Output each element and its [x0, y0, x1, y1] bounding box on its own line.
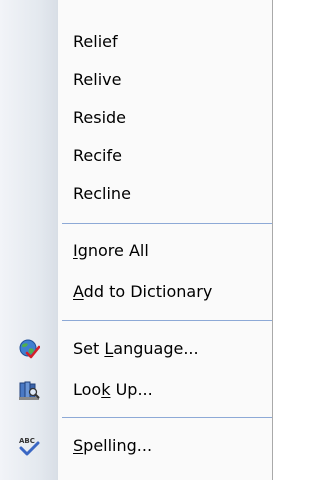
- globe-check-icon: [18, 338, 41, 360]
- add-to-dictionary-item[interactable]: Add to Dictionary: [0, 274, 272, 310]
- suggestion-label: Recife: [73, 146, 122, 165]
- suggestion-item-recife[interactable]: Recife: [0, 138, 272, 174]
- ignore-all-label: Ignore All: [73, 241, 149, 260]
- add-to-dictionary-label: Add to Dictionary: [73, 282, 213, 301]
- suggestion-label: Relief: [73, 32, 118, 51]
- set-language-label: Set Language...: [73, 339, 199, 358]
- menu-separator: [62, 417, 272, 418]
- svg-text:ABC: ABC: [19, 437, 35, 445]
- spelling-label: Spelling...: [73, 436, 153, 455]
- suggestion-item-recline[interactable]: Recline: [0, 176, 272, 212]
- access-key: S: [73, 436, 84, 455]
- look-up-item[interactable]: Look Up...: [0, 372, 272, 408]
- suggestion-label: Relive: [73, 70, 122, 89]
- abc-check-icon: ABC: [18, 435, 40, 457]
- suggestion-label: Recline: [73, 184, 131, 203]
- suggestion-item-reside[interactable]: Reside: [0, 100, 272, 136]
- spellcheck-context-menu: Relief Relive Reside Recife Recline Igno…: [0, 0, 273, 480]
- suggestion-label: Reside: [73, 108, 127, 127]
- access-key: L: [104, 339, 114, 358]
- access-key: A: [73, 282, 84, 301]
- look-up-label: Look Up...: [73, 380, 153, 399]
- ignore-all-item[interactable]: Ignore All: [0, 233, 272, 269]
- research-book-icon: [18, 379, 40, 401]
- spelling-item[interactable]: ABC Spelling...: [0, 428, 272, 464]
- set-language-item[interactable]: Set Language...: [0, 331, 272, 367]
- menu-separator: [62, 320, 272, 321]
- suggestion-item-relief[interactable]: Relief: [0, 24, 272, 60]
- menu-separator: [62, 223, 272, 224]
- suggestion-item-relive[interactable]: Relive: [0, 62, 272, 98]
